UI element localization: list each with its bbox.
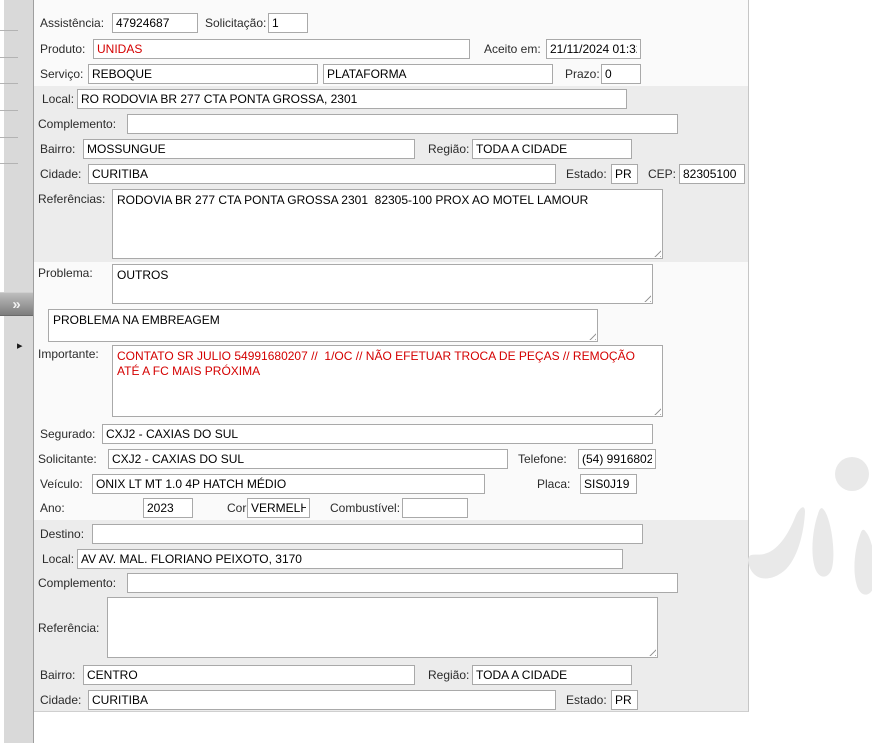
solicitante-label: Solicitante:: [38, 452, 97, 466]
estado-label: Estado:: [566, 167, 607, 181]
destino-input[interactable]: [92, 524, 643, 544]
destino-label: Destino:: [40, 527, 84, 541]
referencias-textarea-wrap: RODOVIA BR 277 CTA PONTA GROSSA 2301 823…: [112, 189, 663, 259]
aceito-em-label: Aceito em:: [484, 42, 541, 56]
dest-bairro-input[interactable]: [83, 665, 415, 685]
servico-input[interactable]: [88, 64, 318, 84]
produto-input[interactable]: [93, 39, 470, 59]
ano-label: Ano:: [40, 501, 65, 515]
problema-textarea[interactable]: OUTROS: [112, 264, 653, 304]
local-label: Local:: [42, 92, 74, 106]
importante-textarea-wrap: CONTATO SR JULIO 54991680207 // 1/OC // …: [112, 345, 663, 417]
segurado-label: Segurado:: [40, 427, 95, 441]
problema-label: Problema:: [38, 266, 93, 280]
problema-desc-textarea[interactable]: PROBLEMA NA EMBREAGEM: [48, 309, 598, 342]
dest-complemento-input[interactable]: [127, 573, 678, 593]
regiao-input[interactable]: [472, 139, 632, 159]
sidebar-row-divider: [0, 57, 18, 58]
estado-input[interactable]: [611, 164, 638, 184]
cidade-input[interactable]: [88, 164, 556, 184]
telefone-label: Telefone:: [518, 452, 567, 466]
sidebar-row-divider: [0, 83, 18, 84]
dest-referencia-label: Referência:: [38, 621, 99, 635]
dest-estado-label: Estado:: [566, 693, 607, 707]
splitter-arrow-icon[interactable]: ▸: [17, 341, 23, 352]
referencias-textarea[interactable]: RODOVIA BR 277 CTA PONTA GROSSA 2301 823…: [112, 189, 663, 259]
sidebar-row-divider: [0, 110, 18, 111]
dest-regiao-label: Região:: [428, 668, 469, 682]
referencias-label: Referências:: [38, 192, 105, 206]
veiculo-label: Veículo:: [40, 477, 83, 491]
dest-estado-input[interactable]: [611, 690, 638, 710]
sidebar-row-divider: [0, 30, 18, 31]
dest-local-label: Local:: [42, 552, 74, 566]
problema-desc-textarea-wrap: PROBLEMA NA EMBREAGEM: [48, 309, 598, 342]
placa-label: Placa:: [537, 477, 570, 491]
regiao-label: Região:: [428, 142, 469, 156]
problema-textarea-wrap: OUTROS: [112, 264, 653, 304]
dest-referencia-textarea-wrap: [107, 597, 658, 658]
importante-textarea[interactable]: CONTATO SR JULIO 54991680207 // 1/OC // …: [112, 345, 663, 417]
importante-label: Importante:: [38, 347, 99, 361]
dest-bairro-label: Bairro:: [40, 668, 75, 682]
ano-input[interactable]: [143, 498, 193, 518]
solicitacao-label: Solicitação:: [205, 16, 266, 30]
veiculo-input[interactable]: [92, 474, 485, 494]
segurado-input[interactable]: [102, 424, 653, 444]
assistencia-label: Assistência:: [40, 16, 104, 30]
dest-cidade-label: Cidade:: [40, 693, 81, 707]
sidebar-row-divider: [0, 163, 18, 164]
cor-input[interactable]: [247, 498, 310, 518]
complemento-label: Complemento:: [38, 117, 116, 131]
solicitante-input[interactable]: [108, 449, 508, 469]
cidade-label: Cidade:: [40, 167, 81, 181]
background-logo-watermark: [740, 440, 872, 660]
servico-tipo-input[interactable]: [323, 64, 553, 84]
dest-complemento-label: Complemento:: [38, 576, 116, 590]
sidebar-edge-strip: [0, 0, 4, 743]
bairro-input[interactable]: [83, 139, 415, 159]
left-splitter-bar: [0, 0, 34, 743]
produto-label: Produto:: [40, 42, 85, 56]
dest-regiao-input[interactable]: [472, 665, 632, 685]
cep-input[interactable]: [679, 164, 745, 184]
solicitacao-input[interactable]: [268, 13, 308, 33]
combustivel-input[interactable]: [402, 498, 468, 518]
bairro-label: Bairro:: [40, 142, 75, 156]
complemento-input[interactable]: [127, 114, 678, 134]
placa-input[interactable]: [580, 474, 637, 494]
servico-label: Serviço:: [40, 67, 83, 81]
prazo-input[interactable]: [601, 64, 641, 84]
dest-local-input[interactable]: [77, 549, 623, 569]
telefone-input[interactable]: [578, 449, 656, 469]
prazo-label: Prazo:: [565, 67, 600, 81]
cep-label: CEP:: [648, 167, 676, 181]
expand-panel-button[interactable]: »: [0, 292, 33, 316]
aceito-em-input[interactable]: [546, 39, 641, 59]
dest-referencia-textarea[interactable]: [107, 597, 658, 658]
local-input[interactable]: [77, 89, 627, 109]
dest-cidade-input[interactable]: [88, 690, 556, 710]
combustivel-label: Combustível:: [330, 501, 400, 515]
chevron-right-icon: »: [12, 296, 20, 313]
sidebar-row-divider: [0, 137, 18, 138]
assistencia-input[interactable]: [112, 13, 198, 33]
